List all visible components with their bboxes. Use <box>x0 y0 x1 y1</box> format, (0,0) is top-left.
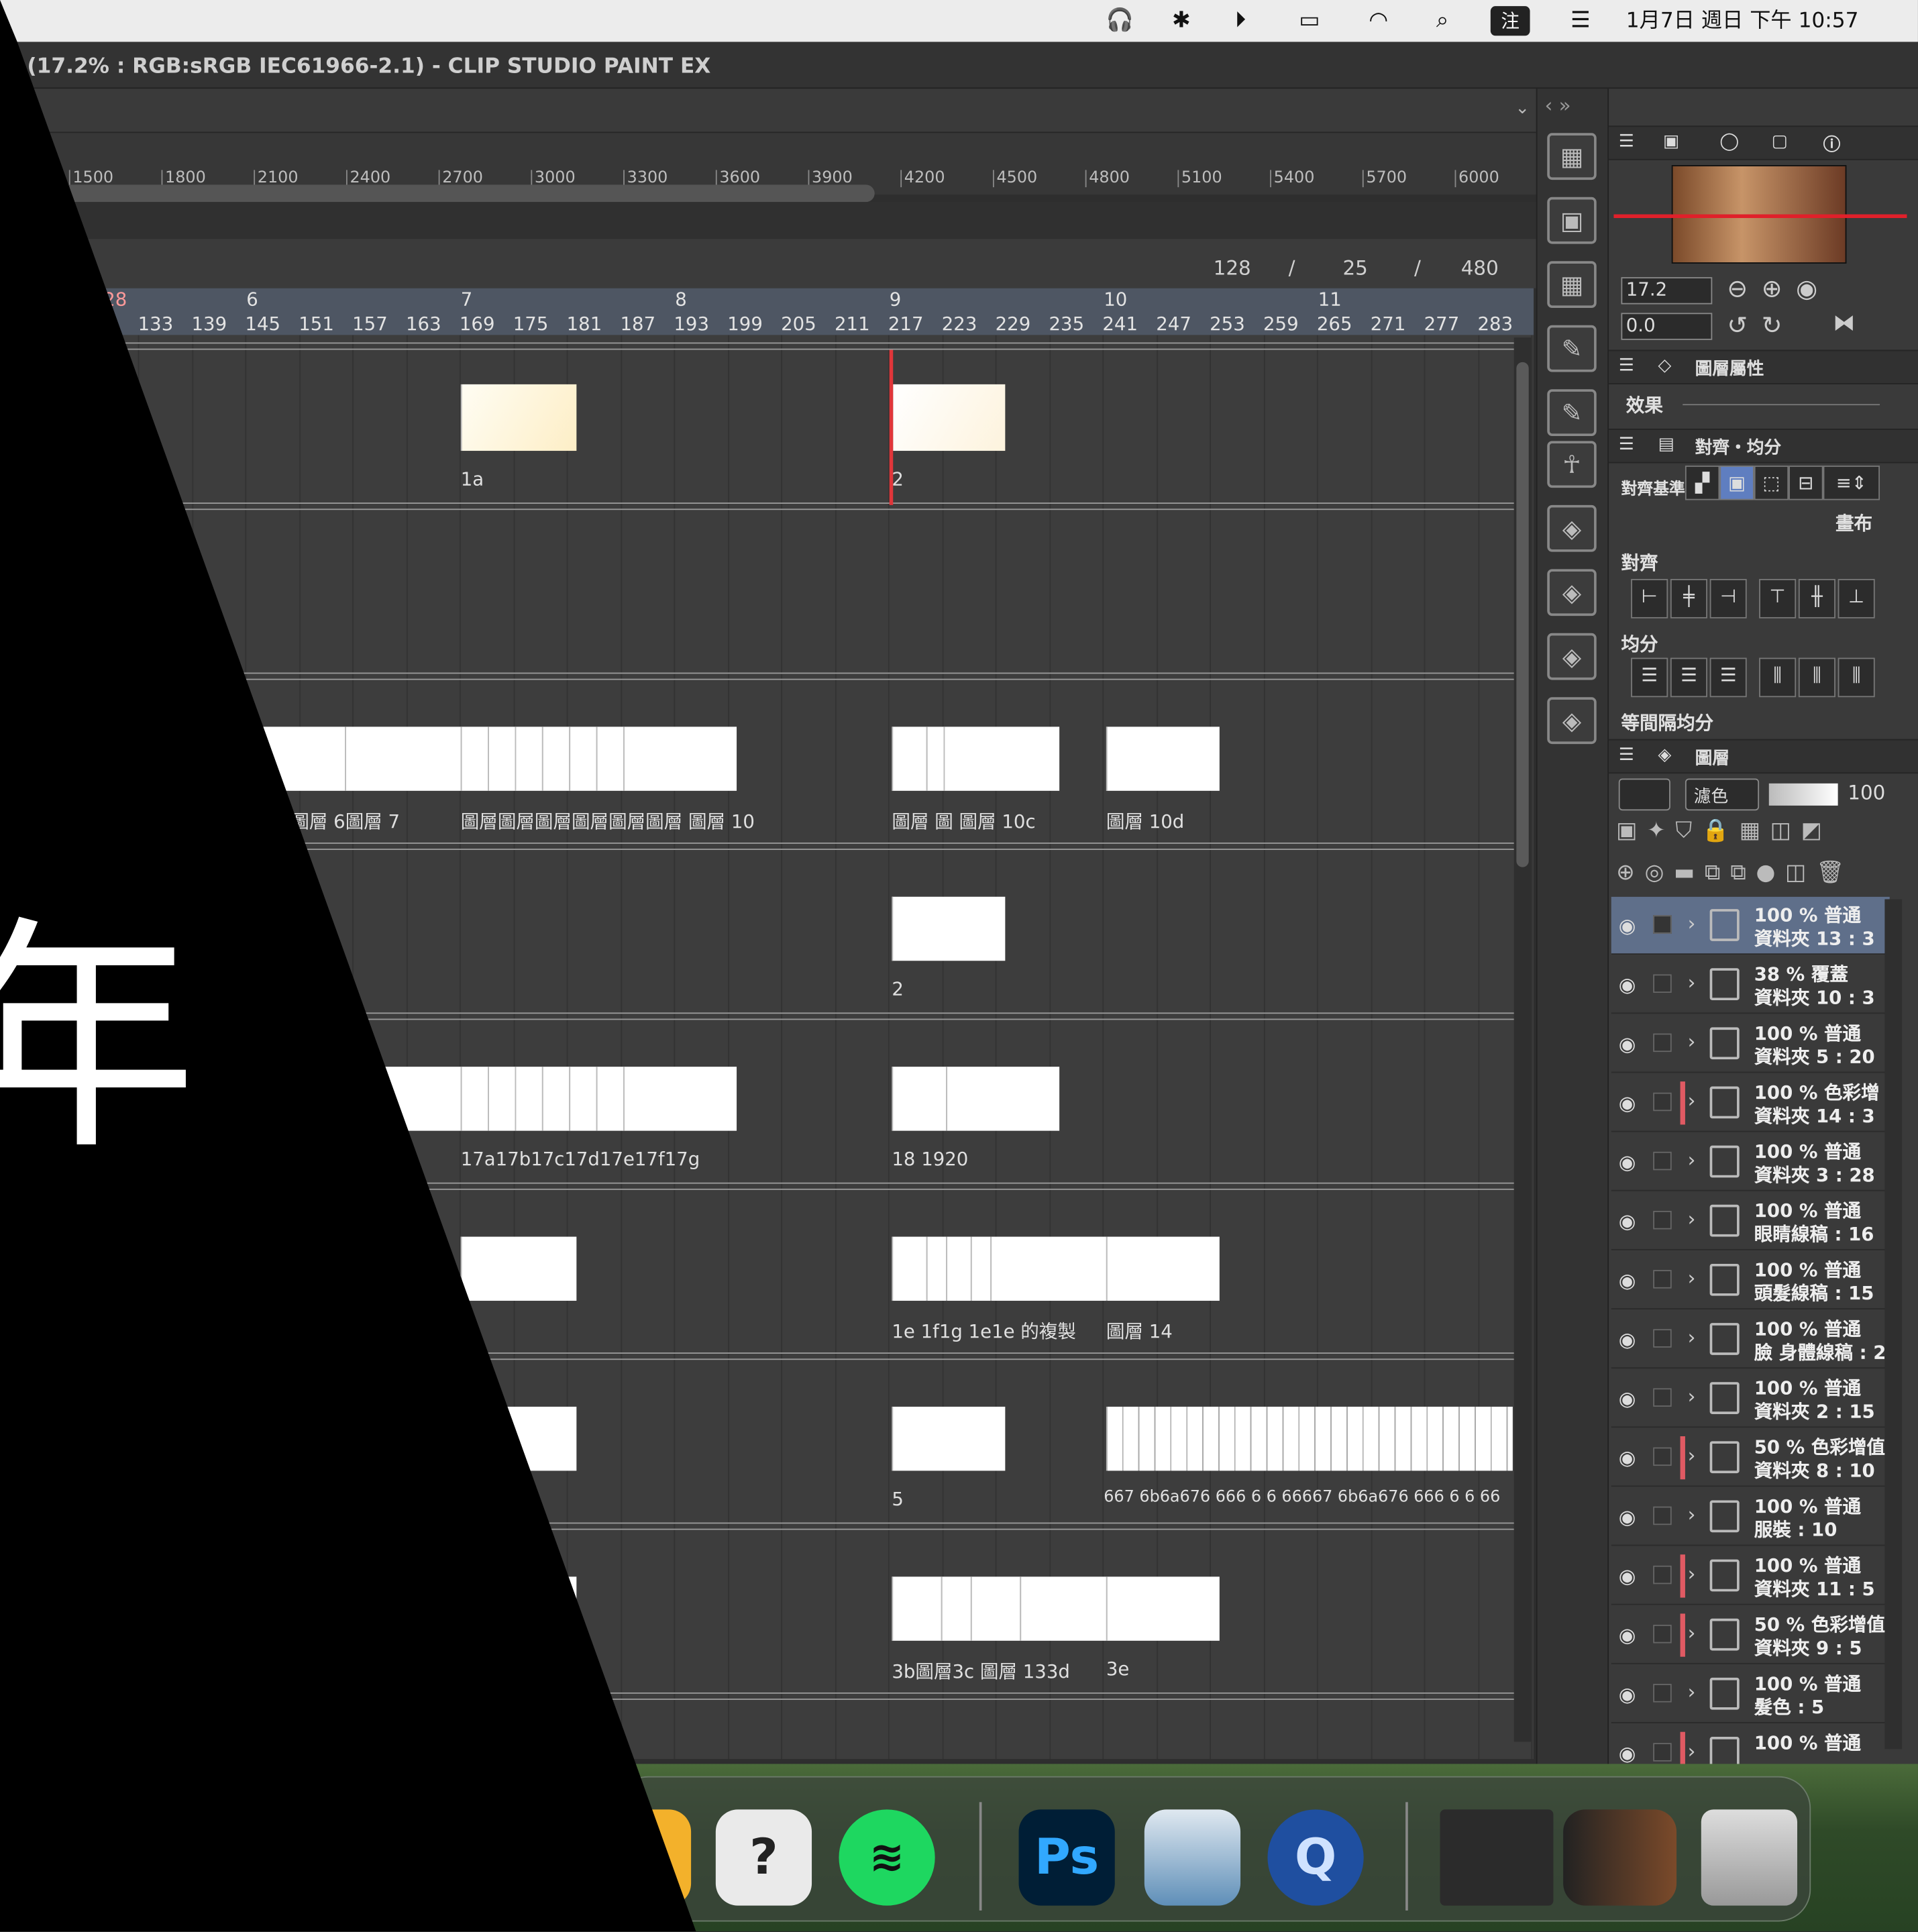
black-diagonal-overlay <box>0 0 696 1932</box>
overlay-title-glyph: 年 <box>0 911 197 1171</box>
